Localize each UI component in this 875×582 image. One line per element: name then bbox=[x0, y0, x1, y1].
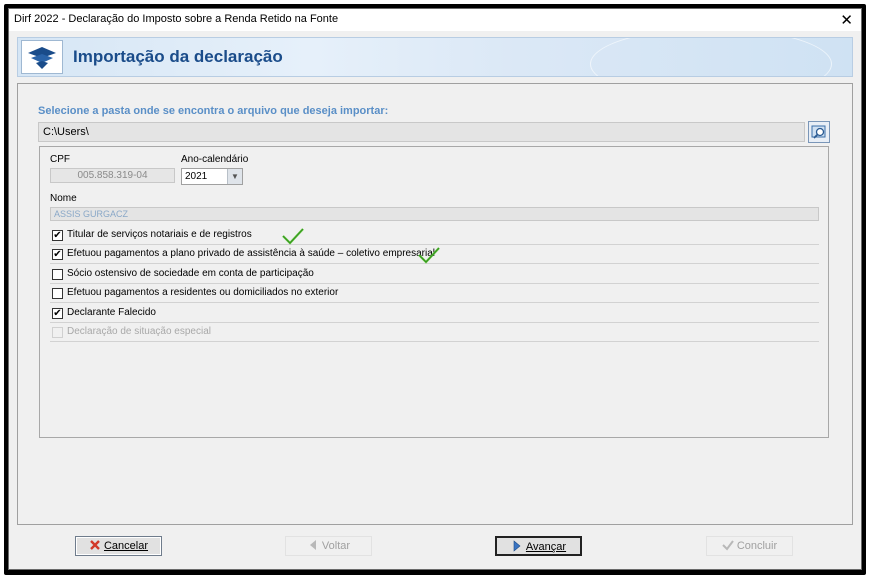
option-row[interactable]: Sócio ostensivo de sociedade em conta de… bbox=[50, 265, 819, 284]
option-checkbox[interactable] bbox=[52, 269, 63, 280]
back-label: Voltar bbox=[321, 540, 351, 552]
option-row[interactable]: Efetuou pagamentos a residentes ou domic… bbox=[50, 284, 819, 303]
option-row[interactable]: ✔ Titular de serviços notariais e de reg… bbox=[50, 226, 819, 245]
option-checkbox bbox=[52, 327, 63, 338]
option-label: Efetuou pagamentos a plano privado de as… bbox=[67, 248, 436, 259]
option-checkbox[interactable]: ✔ bbox=[52, 249, 63, 260]
option-checkbox[interactable]: ✔ bbox=[52, 230, 63, 241]
option-label: Sócio ostensivo de sociedade em conta de… bbox=[67, 268, 314, 279]
option-label: Efetuou pagamentos a residentes ou domic… bbox=[67, 287, 339, 298]
cancel-button[interactable]: Cancelar bbox=[75, 536, 162, 556]
year-label: Ano-calendário bbox=[181, 154, 249, 165]
back-button[interactable]: Voltar bbox=[285, 536, 372, 556]
cancel-label: Cancelar bbox=[103, 540, 149, 552]
header-banner: Importação da declaração bbox=[17, 37, 853, 77]
main-panel: Selecione a pasta onde se encontra o arq… bbox=[17, 83, 853, 525]
arrow-right-icon bbox=[513, 540, 521, 552]
close-icon[interactable]: ✕ bbox=[840, 11, 853, 29]
finish-button[interactable]: Concluir bbox=[706, 536, 793, 556]
chevron-down-icon[interactable]: ▼ bbox=[227, 169, 242, 184]
page-title: Importação da declaração bbox=[73, 47, 283, 66]
option-label: Declarante Falecido bbox=[67, 307, 156, 318]
option-row: Declaração de situação especial bbox=[50, 323, 819, 342]
arrow-left-icon bbox=[309, 540, 316, 550]
option-checkbox[interactable] bbox=[52, 288, 63, 299]
folder-search-icon bbox=[811, 125, 826, 139]
option-row[interactable]: ✔ Declarante Falecido bbox=[50, 304, 819, 323]
next-label: Avançar bbox=[525, 541, 567, 553]
option-label: Titular de serviços notariais e de regis… bbox=[67, 229, 252, 240]
folder-prompt: Selecione a pasta onde se encontra o arq… bbox=[38, 105, 389, 117]
declaration-details: CPF 005.858.319-04 Ano-calendário 2021 ▼… bbox=[39, 146, 829, 438]
dialog-window: Dirf 2022 - Declaração do Imposto sobre … bbox=[8, 8, 862, 570]
option-label: Declaração de situação especial bbox=[67, 326, 211, 337]
check-icon bbox=[722, 540, 734, 551]
cpf-label: CPF bbox=[50, 154, 70, 165]
check-mark-icon bbox=[282, 228, 304, 245]
banner-decoration bbox=[590, 38, 832, 76]
finish-label: Concluir bbox=[736, 540, 778, 552]
year-select[interactable]: 2021 ▼ bbox=[181, 168, 243, 185]
check-mark-icon bbox=[418, 247, 440, 264]
name-label: Nome bbox=[50, 193, 77, 204]
cpf-field: 005.858.319-04 bbox=[50, 168, 175, 183]
option-checkbox[interactable]: ✔ bbox=[52, 308, 63, 319]
window-title: Dirf 2022 - Declaração do Imposto sobre … bbox=[14, 13, 339, 25]
browse-button[interactable] bbox=[808, 121, 830, 143]
year-value: 2021 bbox=[185, 171, 208, 182]
receita-federal-logo-icon bbox=[21, 40, 63, 74]
next-button[interactable]: Avançar bbox=[495, 536, 582, 556]
name-field: ASSIS GURGACZ bbox=[50, 207, 819, 221]
title-bar: Dirf 2022 - Declaração do Imposto sobre … bbox=[9, 9, 861, 31]
folder-path-field[interactable]: C:\Users\ bbox=[38, 122, 805, 142]
cancel-icon bbox=[90, 540, 100, 550]
